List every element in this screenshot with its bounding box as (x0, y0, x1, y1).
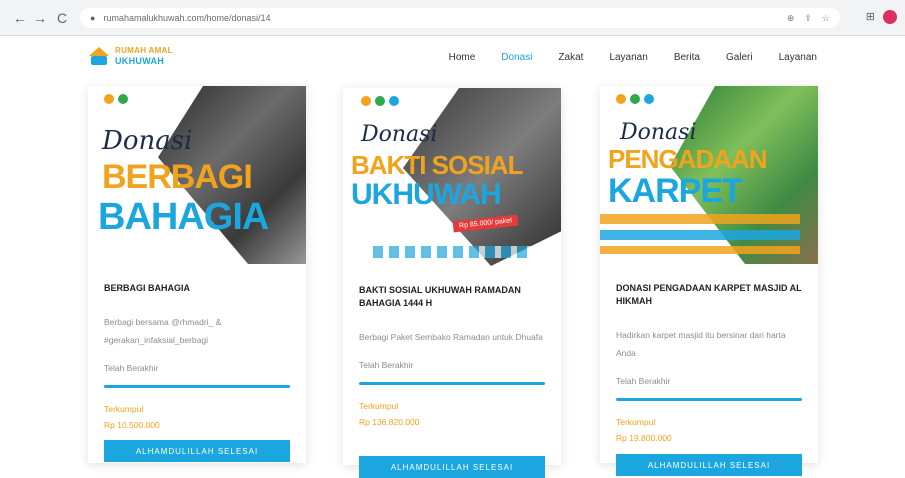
donation-card-3[interactable]: Donasi PENGADAAN KARPET DONASI PENGADAAN… (600, 86, 818, 476)
poster-line2: UKHUWAH (351, 178, 502, 211)
main-nav: Home Donasi Zakat Layanan Berita Galeri … (449, 52, 817, 63)
card-title[interactable]: BAKTI SOSIAL UKHUWAH RAMADAN BAHAGIA 144… (359, 284, 545, 310)
nav-zakat[interactable]: Zakat (558, 52, 583, 63)
collected-label: Terkumpul (104, 404, 144, 414)
poster-image[interactable]: Donasi BAKTI SOSIAL UKHUWAH Rp 85.000/ p… (343, 88, 561, 266)
poster-line2: BAHAGIA (98, 196, 269, 238)
poster-decoration (600, 214, 800, 254)
collected-label: Terkumpul (359, 401, 399, 411)
progress-bar (104, 385, 290, 388)
extensions-icon[interactable]: ⊞ (866, 10, 875, 24)
partner-logo-icon (630, 94, 640, 104)
card-title[interactable]: BERBAGI BAHAGIA (104, 282, 290, 295)
card-description: Berbagi bersama @rhmadri_ & #gerakan_inf… (104, 317, 222, 345)
poster-line1: BAKTI SOSIAL (351, 150, 523, 180)
site-logo[interactable]: RUMAH AMAL UKHUWAH (88, 45, 173, 67)
partner-logo-icon (389, 96, 399, 106)
status-text: Telah Berakhir (616, 376, 671, 386)
address-bar[interactable]: ● rumahamalukhuwah.com/home/donasi/14 ⊕ … (80, 8, 840, 28)
partner-logo-icon (361, 96, 371, 106)
nav-layanan-2[interactable]: Layanan (779, 52, 817, 63)
donation-status-button[interactable]: ALHAMDULILLAH SELESAI (616, 454, 802, 476)
reload-icon[interactable]: C (52, 8, 72, 28)
progress-bar (616, 398, 802, 401)
nav-home[interactable]: Home (449, 52, 476, 63)
nav-donasi[interactable]: Donasi (501, 52, 532, 63)
back-icon[interactable]: ← (10, 8, 30, 28)
poster-line1: PENGADAAN (608, 144, 768, 174)
logo-line1: RUMAH AMAL (115, 46, 173, 55)
partner-logo-icon (118, 94, 128, 104)
partner-logo-icon (375, 96, 385, 106)
share-icon[interactable]: ⇪ (804, 13, 812, 24)
poster-line1: BERBAGI (102, 158, 253, 196)
site-header: RUMAH AMAL UKHUWAH Home Donasi Zakat Lay… (0, 36, 905, 86)
logo-line2: UKHUWAH (115, 56, 165, 66)
poster-image[interactable]: Donasi PENGADAAN KARPET (600, 86, 818, 264)
card-description: Berbagi Paket Sembako Ramadan untuk Dhua… (359, 332, 543, 342)
poster-script: Donasi (361, 122, 438, 147)
url-text: rumahamalukhuwah.com/home/donasi/14 (103, 13, 271, 23)
collected-amount: Rp 10.500.000 (104, 420, 160, 430)
collected-amount: Rp 19.800.000 (616, 433, 672, 443)
collected-amount: Rp 136.820.000 (359, 417, 420, 427)
donation-card-2[interactable]: Donasi BAKTI SOSIAL UKHUWAH Rp 85.000/ p… (343, 88, 561, 478)
donation-status-button[interactable]: ALHAMDULILLAH SELESAI (104, 440, 290, 462)
nav-layanan[interactable]: Layanan (609, 52, 647, 63)
collected-label: Terkumpul (616, 417, 656, 427)
poster-script: Donasi (102, 126, 193, 156)
zoom-icon[interactable]: ⊕ (787, 13, 795, 24)
poster-script: Donasi (620, 120, 697, 145)
profile-avatar[interactable] (883, 10, 897, 24)
partner-logo-icon (616, 94, 626, 104)
poster-decoration (373, 246, 533, 258)
house-logo-icon (88, 45, 110, 67)
status-text: Telah Berakhir (104, 363, 159, 373)
status-text: Telah Berakhir (359, 360, 414, 370)
nav-berita[interactable]: Berita (674, 52, 700, 63)
donation-status-button[interactable]: ALHAMDULILLAH SELESAI (359, 456, 545, 478)
partner-logo-icon (104, 94, 114, 104)
nav-galeri[interactable]: Galeri (726, 52, 753, 63)
card-title[interactable]: DONASI PENGADAAN KARPET MASJID AL HIKMAH (616, 282, 802, 308)
browser-toolbar: ← → C ● rumahamalukhuwah.com/home/donasi… (0, 0, 905, 36)
partner-logo-icon (644, 94, 654, 104)
bookmark-star-icon[interactable]: ☆ (822, 13, 830, 24)
lock-icon: ● (90, 13, 96, 23)
donation-card-1[interactable]: Donasi BERBAGI BAHAGIA BERBAGI BAHAGIA B… (88, 86, 306, 463)
poster-image[interactable]: Donasi BERBAGI BAHAGIA (88, 86, 306, 264)
forward-icon[interactable]: → (30, 8, 50, 28)
poster-line2: KARPET (608, 172, 743, 210)
card-description: Hadirkan karpet masjid itu bersinar dari… (616, 330, 786, 358)
progress-bar (359, 382, 545, 385)
